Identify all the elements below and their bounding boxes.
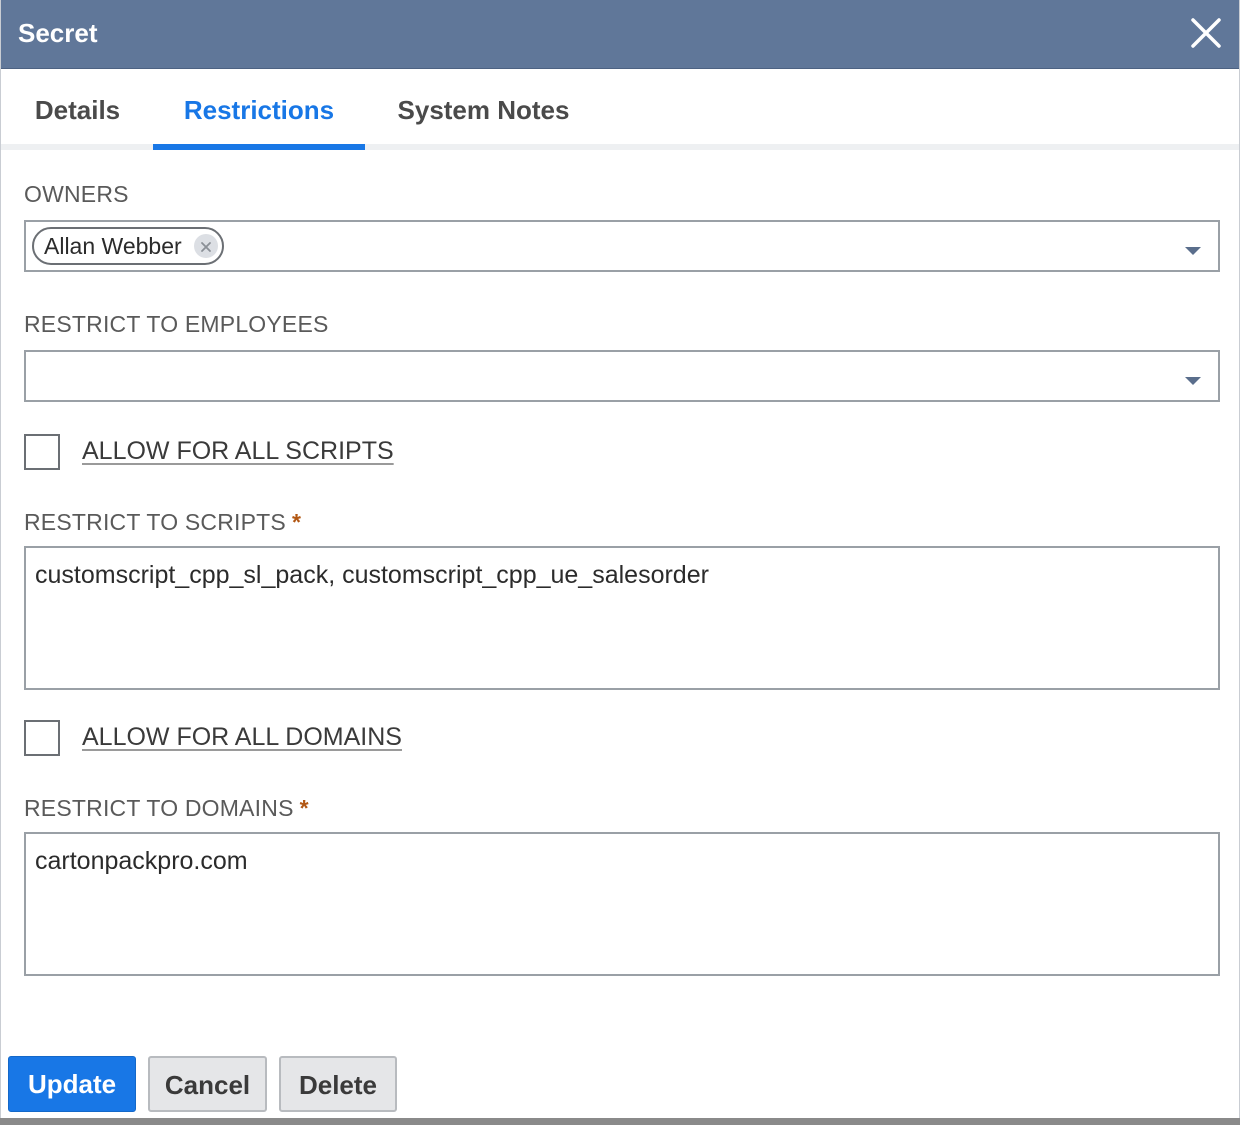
allow-all-domains-label[interactable]: ALLOW FOR ALL DOMAINS xyxy=(82,723,402,752)
dialog-title: Secret xyxy=(18,18,98,48)
delete-button[interactable]: Delete xyxy=(279,1056,397,1112)
allow-all-scripts-label[interactable]: ALLOW FOR ALL SCRIPTS xyxy=(82,437,394,466)
restrict-domains-textarea[interactable]: cartonpackpro.com xyxy=(24,832,1220,976)
owner-chip-label: Allan Webber xyxy=(44,233,182,259)
required-marker: * xyxy=(291,509,302,535)
owner-chip: Allan Webber xyxy=(32,227,224,265)
remove-chip-icon[interactable] xyxy=(193,234,218,258)
restrict-employees-label: RESTRICT TO EMPLOYEES xyxy=(24,311,329,337)
active-tab-indicator xyxy=(153,144,365,150)
close-icon[interactable] xyxy=(1190,17,1222,49)
tab-system-notes[interactable]: System Notes xyxy=(381,70,586,150)
dialog-titlebar: Secret xyxy=(1,0,1239,69)
update-button[interactable]: Update xyxy=(8,1056,136,1112)
restrict-scripts-label: RESTRICT TO SCRIPTS * xyxy=(24,509,301,536)
owners-select[interactable]: Allan Webber xyxy=(24,220,1220,272)
allow-all-scripts-checkbox[interactable] xyxy=(24,434,60,470)
restrict-scripts-textarea[interactable]: customscript_cpp_sl_pack, customscript_c… xyxy=(24,546,1220,690)
cancel-button[interactable]: Cancel xyxy=(148,1056,267,1112)
restrict-scripts-label-text: RESTRICT TO SCRIPTS xyxy=(24,509,286,535)
restrict-domains-label-text: RESTRICT TO DOMAINS xyxy=(24,795,294,821)
secret-dialog: Secret Details Restrictions System Notes… xyxy=(0,0,1240,1118)
tab-details[interactable]: Details xyxy=(17,70,138,150)
allow-all-domains-checkbox[interactable] xyxy=(24,720,60,756)
tab-bar: Details Restrictions System Notes xyxy=(1,70,1239,150)
chevron-down-icon xyxy=(1185,373,1201,385)
restrict-employees-select[interactable] xyxy=(24,350,1220,402)
restrict-domains-label: RESTRICT TO DOMAINS * xyxy=(24,795,309,822)
required-marker: * xyxy=(299,795,309,821)
owners-label: OWNERS xyxy=(24,181,129,207)
tab-restrictions[interactable]: Restrictions xyxy=(153,70,365,150)
chevron-down-icon xyxy=(1185,243,1201,255)
